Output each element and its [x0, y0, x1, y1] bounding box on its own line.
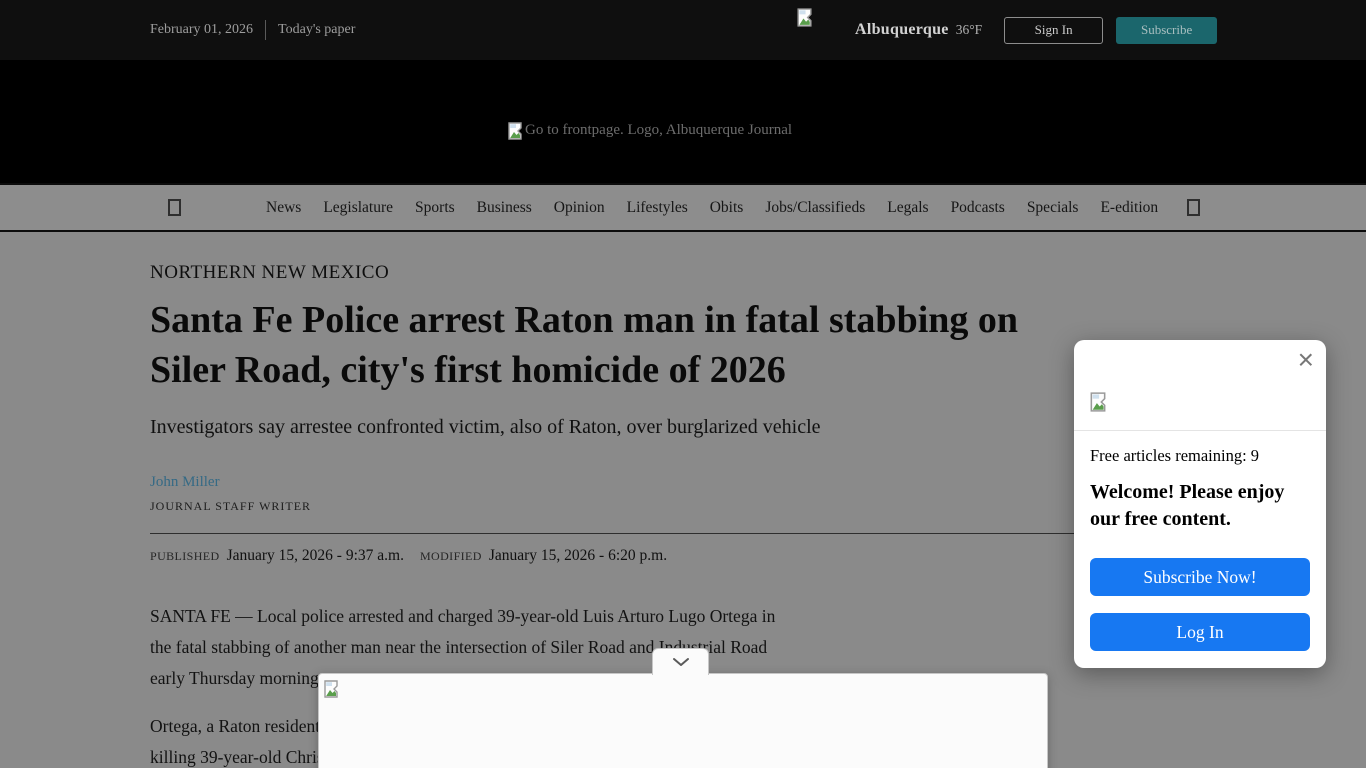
close-icon[interactable]: × — [1298, 346, 1314, 374]
byline-block: John Miller JOURNAL STAFF WRITER — [150, 473, 1216, 514]
publish-info-row: PUBLISHED January 15, 2026 - 9:37 a.m. M… — [150, 547, 1216, 565]
nav-item-lifestyles[interactable]: Lifestyles — [627, 199, 688, 217]
welcome-line: Welcome! Please enjoy — [1090, 479, 1284, 506]
headline-line: Santa Fe Police arrest Raton man in fata… — [150, 295, 1216, 345]
modal-divider — [1074, 430, 1326, 431]
author-title: JOURNAL STAFF WRITER — [150, 499, 1216, 514]
nav-item-specials[interactable]: Specials — [1027, 199, 1079, 217]
ad-panel — [318, 673, 1048, 768]
published-date: January 15, 2026 - 9:37 a.m. — [227, 547, 404, 565]
welcome-message: Welcome! Please enjoy our free content. — [1090, 479, 1284, 533]
logo-alt-text: Go to frontpage. Logo, Albuquerque Journ… — [525, 122, 792, 139]
nav-item-legislature[interactable]: Legislature — [323, 199, 393, 217]
nav-item-obits[interactable]: Obits — [710, 199, 744, 217]
byline-divider — [150, 533, 1216, 534]
nav-item-podcasts[interactable]: Podcasts — [951, 199, 1005, 217]
modified-label: MODIFIED — [420, 549, 482, 564]
masthead-band: Go to frontpage. Logo, Albuquerque Journ… — [0, 60, 1366, 183]
search-placeholder-icon[interactable] — [1187, 199, 1200, 216]
modified-date: January 15, 2026 - 6:20 p.m. — [489, 547, 667, 565]
broken-image-icon — [797, 8, 812, 32]
topbar-left-group: February 01, 2026 Today's paper — [150, 0, 355, 60]
broken-image-icon — [1090, 392, 1106, 417]
log-in-button[interactable]: Log In — [1090, 613, 1310, 651]
article-subheadline: Investigators say arrestee confronted vi… — [150, 416, 1216, 439]
menu-placeholder-icon[interactable] — [168, 199, 181, 216]
free-articles-counter: Free articles remaining: 9 — [1090, 446, 1259, 466]
topbar-right-group: Albuquerque 36°F Sign In Subscribe — [855, 0, 1217, 60]
broken-image-icon — [508, 122, 522, 145]
top-utility-bar: February 01, 2026 Today's paper Albuquer… — [0, 0, 1366, 60]
nav-item-e-edition[interactable]: E-edition — [1100, 199, 1158, 217]
author-link[interactable]: John Miller — [150, 474, 220, 490]
article-headline: Santa Fe Police arrest Raton man in fata… — [150, 295, 1216, 395]
subscribe-now-button[interactable]: Subscribe Now! — [1090, 558, 1310, 596]
main-navigation: News Legislature Sports Business Opinion… — [0, 183, 1366, 232]
divider — [265, 20, 266, 40]
frontpage-logo-link[interactable]: Go to frontpage. Logo, Albuquerque Journ… — [508, 122, 792, 145]
broken-image-icon — [324, 680, 338, 703]
body-line: SANTA FE — Local police arrested and cha… — [150, 601, 1216, 632]
todays-paper-link[interactable]: Today's paper — [278, 22, 355, 38]
ad-collapse-button[interactable] — [652, 648, 709, 675]
paywall-modal: × Free articles remaining: 9 Welcome! Pl… — [1074, 340, 1326, 668]
nav-item-legals[interactable]: Legals — [887, 199, 928, 217]
welcome-line: our free content. — [1090, 506, 1284, 533]
nav-item-business[interactable]: Business — [477, 199, 532, 217]
nav-item-jobs-classifieds[interactable]: Jobs/Classifieds — [765, 199, 865, 217]
chevron-down-icon — [672, 657, 690, 667]
weather-city-label: Albuquerque — [855, 21, 949, 39]
nav-item-news[interactable]: News — [266, 199, 301, 217]
headline-line: Siler Road, city's first homicide of 202… — [150, 345, 1216, 395]
sign-in-button[interactable]: Sign In — [1004, 17, 1103, 44]
nav-items-group: News Legislature Sports Business Opinion… — [266, 185, 1158, 230]
weather-temperature: 36°F — [956, 22, 982, 38]
subscribe-button[interactable]: Subscribe — [1116, 17, 1217, 44]
nav-item-sports[interactable]: Sports — [415, 199, 455, 217]
current-date: February 01, 2026 — [150, 22, 253, 38]
published-label: PUBLISHED — [150, 549, 220, 564]
nav-item-opinion[interactable]: Opinion — [554, 199, 605, 217]
section-kicker: NORTHERN NEW MEXICO — [150, 262, 1216, 284]
